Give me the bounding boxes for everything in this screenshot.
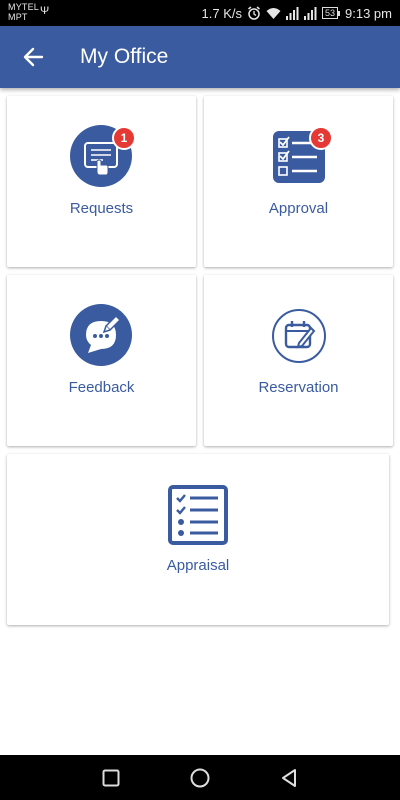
requests-badge: 1 <box>112 126 136 150</box>
approval-badge: 3 <box>309 126 333 150</box>
network-speed: 1.7 K/s <box>201 5 242 21</box>
system-back-button[interactable] <box>276 765 302 791</box>
tile-feedback[interactable]: Feedback <box>7 275 196 446</box>
tile-label: Reservation <box>258 379 339 396</box>
battery-level: 53 <box>322 7 339 19</box>
wifi-icon <box>266 7 281 20</box>
tile-label: Approval <box>268 200 329 217</box>
alarm-icon <box>247 6 261 20</box>
tile-reservation[interactable]: Reservation <box>204 275 393 446</box>
clock: 9:13 pm <box>345 5 392 21</box>
home-icon <box>190 768 210 788</box>
signal-icon <box>304 6 317 20</box>
tile-label: Feedback <box>68 379 135 396</box>
tile-label: Requests <box>69 200 134 217</box>
system-nav-bar <box>0 755 400 800</box>
tile-requests[interactable]: 1 Requests <box>7 96 196 267</box>
battery-icon: 53 <box>322 7 341 19</box>
clipboard-list-icon <box>168 485 228 545</box>
back-button[interactable] <box>16 40 50 74</box>
app-bar: My Office <box>0 26 400 88</box>
home-button[interactable] <box>187 765 213 791</box>
recent-apps-icon <box>102 769 120 787</box>
status-bar: MYTEL MPT Ψ 1.7 K/s 53 9:13 pm <box>0 0 400 26</box>
tile-label: Appraisal <box>166 557 230 574</box>
tile-appraisal[interactable]: Appraisal <box>7 454 389 625</box>
carrier-line-1: MYTEL <box>8 2 40 12</box>
arrow-left-icon <box>23 47 44 67</box>
carrier-name: MYTEL MPT <box>8 2 39 22</box>
chat-pencil-icon <box>70 304 132 366</box>
signal-icon <box>286 6 299 20</box>
usb-icon: Ψ <box>40 5 50 17</box>
page-title: My Office <box>80 45 169 68</box>
recent-apps-button[interactable] <box>98 765 124 791</box>
status-indicators: 1.7 K/s 53 9:13 pm <box>202 5 392 21</box>
calendar-edit-icon <box>271 308 327 364</box>
back-icon <box>282 769 296 787</box>
carrier-line-2: MPT <box>8 12 28 22</box>
tile-approval[interactable]: 3 Approval <box>204 96 393 267</box>
